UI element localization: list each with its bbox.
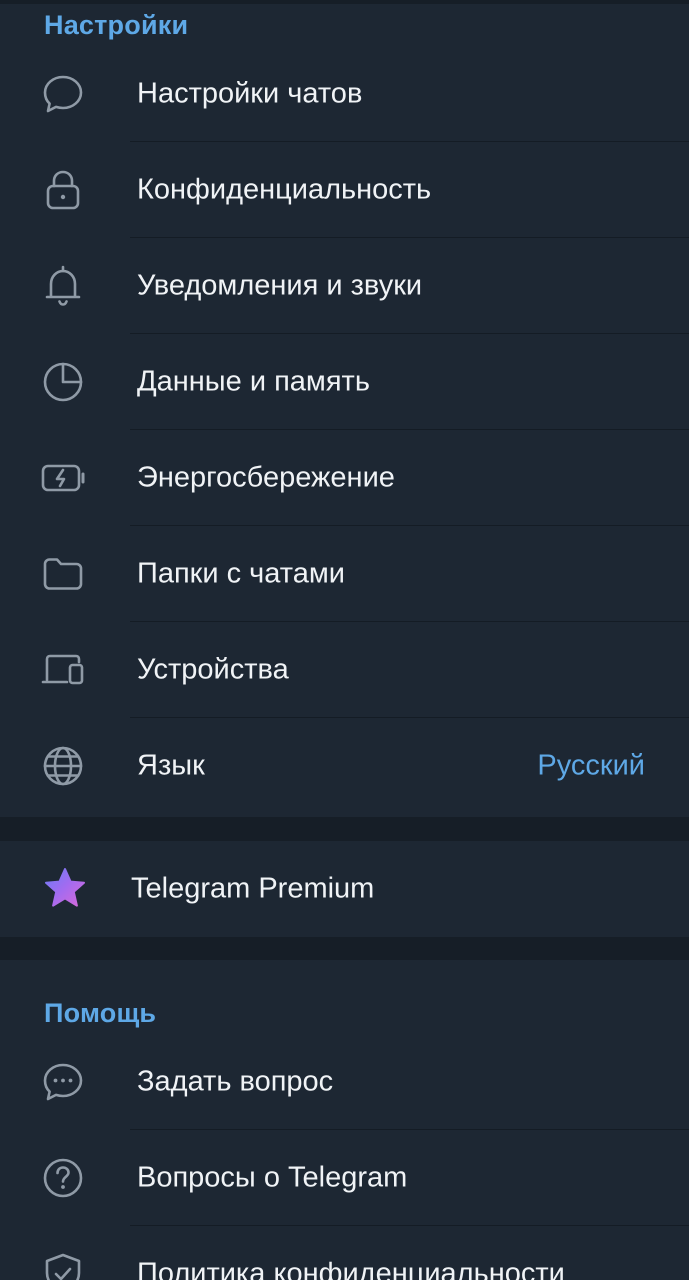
settings-section: Настройки Настройки чатов Конфиденциальн… [0, 4, 689, 817]
language-value: Русский [537, 749, 645, 782]
chat-bubble-icon [40, 71, 86, 117]
settings-item-chat-settings[interactable]: Настройки чатов [0, 46, 689, 142]
settings-item-label: Уведомления и звуки [137, 269, 423, 302]
devices-icon [40, 647, 86, 693]
settings-item-label: Устройства [137, 653, 289, 686]
settings-item-label: Конфиденциальность [137, 173, 432, 206]
settings-item-power-saving[interactable]: Энергосбережение [0, 430, 689, 526]
section-separator [0, 817, 689, 841]
help-item-ask-question[interactable]: Задать вопрос [0, 1034, 689, 1130]
settings-item-label: Папки с чатами [137, 557, 345, 590]
section-separator [0, 937, 689, 960]
settings-section-title: Настройки [44, 10, 189, 40]
settings-item-label: Данные и память [137, 365, 370, 398]
help-item-label: Вопросы о Telegram [137, 1161, 408, 1194]
settings-item-language[interactable]: Язык Русский [0, 718, 689, 814]
telegram-premium-label: Telegram Premium [131, 872, 375, 905]
settings-item-label: Энергосбережение [137, 461, 395, 494]
help-section-title: Помощь [44, 998, 157, 1028]
folder-icon [40, 551, 86, 597]
chat-dots-icon [40, 1059, 86, 1105]
settings-item-notifications[interactable]: Уведомления и звуки [0, 238, 689, 334]
premium-star-icon [42, 866, 88, 912]
help-item-label: Политика конфиденциальности [137, 1257, 565, 1280]
pie-chart-icon [40, 359, 86, 405]
lock-icon [40, 167, 86, 213]
settings-item-chat-folders[interactable]: Папки с чатами [0, 526, 689, 622]
premium-section: Telegram Premium [0, 841, 689, 937]
question-circle-icon [40, 1155, 86, 1201]
shield-check-icon [40, 1251, 86, 1280]
settings-item-data-storage[interactable]: Данные и память [0, 334, 689, 430]
settings-item-privacy[interactable]: Конфиденциальность [0, 142, 689, 238]
settings-item-label: Язык [137, 749, 205, 782]
settings-item-devices[interactable]: Устройства [0, 622, 689, 718]
settings-page: Настройки Настройки чатов Конфиденциальн… [0, 0, 689, 1280]
help-item-label: Задать вопрос [137, 1065, 334, 1098]
telegram-premium-item[interactable]: Telegram Premium [0, 841, 689, 937]
battery-icon [40, 455, 86, 501]
globe-icon [40, 743, 86, 789]
help-item-privacy-policy[interactable]: Политика конфиденциальности [0, 1226, 689, 1280]
bell-icon [40, 263, 86, 309]
help-item-telegram-faq[interactable]: Вопросы о Telegram [0, 1130, 689, 1226]
settings-item-label: Настройки чатов [137, 77, 363, 110]
help-section: Помощь Задать вопрос Вопросы о Telegram … [0, 960, 689, 1280]
